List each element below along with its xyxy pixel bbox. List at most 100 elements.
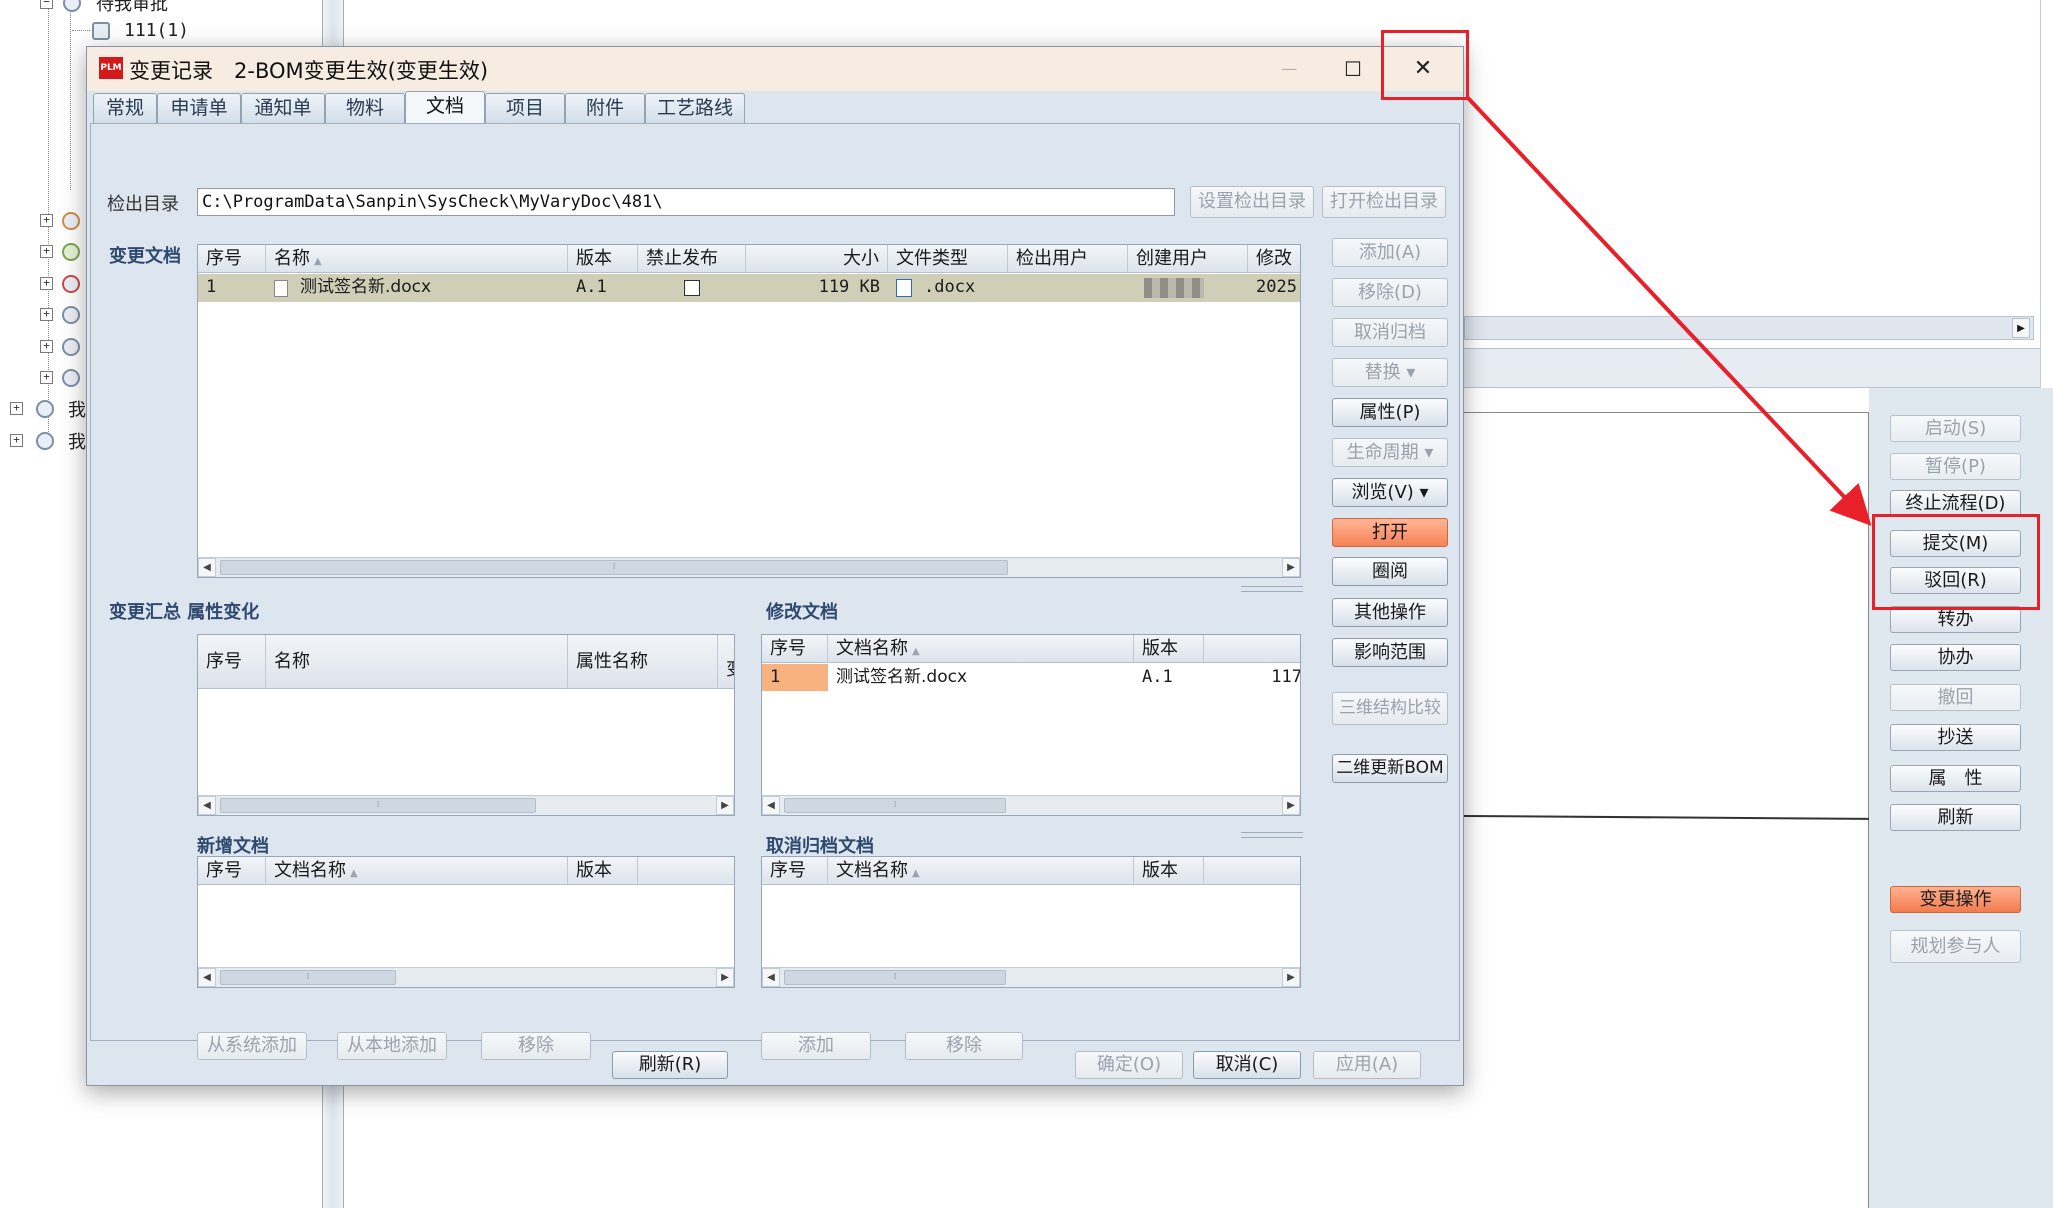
impact-scope-button[interactable]: 影响范围 — [1332, 638, 1448, 667]
remove-button[interactable]: 移除(D) — [1332, 278, 1448, 307]
refresh-button[interactable]: 刷新 — [1890, 804, 2021, 831]
scroll-left-icon[interactable]: ◀ — [198, 558, 216, 577]
lifecycle-button[interactable]: 生命周期 ▾ — [1332, 438, 1448, 467]
replace-button[interactable]: 替换 ▾ — [1332, 358, 1448, 387]
expand-icon[interactable]: + — [40, 371, 53, 384]
scroll-thumb[interactable]: ⁞ — [220, 970, 396, 985]
expand-icon[interactable]: + — [10, 402, 23, 415]
tab-general[interactable]: 常规 — [93, 93, 157, 123]
tree-item-mine-2[interactable]: 我 — [68, 428, 86, 454]
footer-refresh-button[interactable]: 刷新(R) — [612, 1051, 728, 1079]
col-name[interactable]: 名称 ▲ — [266, 245, 568, 273]
maximize-icon[interactable]: ☐ — [1323, 47, 1383, 91]
col-seq[interactable]: 序号 — [762, 857, 828, 885]
add-button[interactable]: 添加(A) — [1332, 238, 1448, 267]
col-version[interactable]: 版本 — [568, 857, 638, 885]
col-checkout-user[interactable]: 检出用户 — [1008, 245, 1128, 273]
scroll-right-icon[interactable]: ▶ — [716, 968, 734, 987]
expand-icon[interactable]: + — [40, 214, 53, 227]
terminate-flow-button[interactable]: 终止流程(D) — [1890, 490, 2021, 517]
add-from-local-button[interactable]: 从本地添加 — [337, 1032, 447, 1060]
expand-icon[interactable]: + — [40, 277, 53, 290]
splitter-handle[interactable] — [1241, 832, 1303, 838]
col-creator[interactable]: 创建用户 — [1128, 245, 1248, 273]
plan-participants-button[interactable]: 规划参与人 — [1890, 930, 2021, 963]
expand-icon[interactable]: + — [10, 434, 23, 447]
col-seq[interactable]: 序号 — [198, 635, 266, 689]
col-file-type[interactable]: 文件类型 — [888, 245, 1008, 273]
scroll-right-arrow-icon[interactable]: ▶ — [2012, 318, 2030, 338]
scroll-left-icon[interactable]: ◀ — [198, 968, 216, 987]
col-extra[interactable] — [1204, 635, 1300, 663]
withdraw-button[interactable]: 撤回 — [1890, 684, 2021, 711]
browse-button[interactable]: 浏览(V) ▾ — [1332, 478, 1448, 507]
modified-docs-hscroll[interactable]: ◀ ⁞ ▶ — [762, 795, 1300, 815]
splitter-handle[interactable] — [1241, 586, 1303, 592]
tab-project[interactable]: 项目 — [485, 93, 565, 123]
col-seq[interactable]: 序号 — [198, 857, 266, 885]
table-row[interactable]: 1 测试签名新.docx A.1 119 KB .docx 2025 — [198, 274, 1300, 302]
tab-notice[interactable]: 通知单 — [241, 93, 325, 123]
change-operation-button[interactable]: 变更操作 — [1890, 886, 2021, 913]
changed-docs-hscroll[interactable]: ◀ ⁞ ▶ — [198, 557, 1300, 577]
col-doc-name[interactable]: 文档名称 ▲ — [266, 857, 568, 885]
scroll-thumb[interactable]: ⁞ — [784, 970, 1006, 985]
other-operations-button[interactable]: 其他操作 — [1332, 598, 1448, 627]
add-cancel-doc-button[interactable]: 添加 — [761, 1032, 871, 1060]
markup-button[interactable]: 圈阅 — [1332, 557, 1448, 586]
cancel-button[interactable]: 取消(C) — [1193, 1051, 1301, 1079]
ok-button[interactable]: 确定(O) — [1075, 1051, 1183, 1079]
background-hscroll[interactable] — [1464, 316, 2034, 340]
scroll-thumb[interactable]: ⁞ — [220, 798, 536, 813]
col-doc-name[interactable]: 文档名称 ▲ — [828, 635, 1134, 663]
start-button[interactable]: 启动(S) — [1890, 415, 2021, 442]
transfer-button[interactable]: 转办 — [1890, 606, 2021, 633]
col-modified[interactable]: 修改 — [1248, 245, 1300, 273]
col-version[interactable]: 版本 — [1134, 857, 1204, 885]
tree-item-mine-1[interactable]: 我 — [68, 396, 86, 422]
col-seq[interactable]: 序号 — [198, 245, 266, 273]
cc-button[interactable]: 抄送 — [1890, 724, 2021, 751]
col-extra[interactable] — [638, 857, 734, 885]
assist-button[interactable]: 协办 — [1890, 644, 2021, 671]
tab-routing[interactable]: 工艺路线 — [645, 93, 745, 123]
pause-button[interactable]: 暂停(P) — [1890, 453, 2021, 480]
col-change[interactable]: 变 — [718, 635, 734, 689]
col-version[interactable]: 版本 — [1134, 635, 1204, 663]
properties-p-button[interactable]: 属性(P) — [1332, 398, 1448, 427]
checkout-dir-field[interactable]: C:\ProgramData\Sanpin\SysCheck\MyVaryDoc… — [197, 188, 1175, 216]
add-from-system-button[interactable]: 从系统添加 — [197, 1032, 307, 1060]
tree-item-pending-approval[interactable]: 待我审批 — [96, 0, 168, 16]
scroll-right-icon[interactable]: ▶ — [1282, 796, 1300, 815]
scroll-thumb[interactable]: ⁞ — [784, 798, 1006, 813]
set-checkout-dir-button[interactable]: 设置检出目录 — [1190, 186, 1314, 218]
minimize-icon[interactable]: — — [1259, 47, 1319, 91]
open-checkout-dir-button[interactable]: 打开检出目录 — [1322, 186, 1446, 218]
new-docs-hscroll[interactable]: ◀ ⁞ ▶ — [198, 967, 734, 987]
col-seq[interactable]: 序号 — [762, 635, 828, 663]
col-forbid-publish[interactable]: 禁止发布 — [638, 245, 746, 273]
scroll-left-icon[interactable]: ◀ — [198, 796, 216, 815]
2d-update-bom-button[interactable]: 二维更新BOM — [1332, 754, 1448, 783]
scroll-right-icon[interactable]: ▶ — [1282, 968, 1300, 987]
expand-icon[interactable]: + — [40, 245, 53, 258]
tree-item-111[interactable]: 111(1) — [124, 20, 189, 41]
scroll-right-icon[interactable]: ▶ — [1282, 558, 1300, 577]
col-attribute-name[interactable]: 属性名称 — [568, 635, 718, 689]
expand-icon[interactable]: + — [40, 308, 53, 321]
tab-material[interactable]: 物料 — [325, 93, 405, 123]
cancel-archive-button[interactable]: 取消归档 — [1332, 318, 1448, 347]
col-doc-name[interactable]: 文档名称 ▲ — [828, 857, 1134, 885]
col-name[interactable]: 名称 — [266, 635, 568, 689]
expand-icon[interactable]: + — [40, 340, 53, 353]
scroll-right-icon[interactable]: ▶ — [716, 796, 734, 815]
col-version[interactable]: 版本 — [568, 245, 638, 273]
dialog-titlebar[interactable]: PLM 变更记录 2-BOM变更生效(变更生效) — ☐ ✕ — [87, 47, 1463, 91]
attribute-change-hscroll[interactable]: ◀ ⁞ ▶ — [198, 795, 734, 815]
tab-document[interactable]: 文档 — [405, 91, 485, 123]
scroll-left-icon[interactable]: ◀ — [762, 796, 780, 815]
open-button[interactable]: 打开 — [1332, 518, 1448, 547]
table-row[interactable]: 1 测试签名新.docx A.1 117 — [762, 664, 1300, 692]
col-size[interactable]: 大小 — [746, 245, 888, 273]
remove-cancel-doc-button[interactable]: 移除 — [905, 1032, 1023, 1060]
